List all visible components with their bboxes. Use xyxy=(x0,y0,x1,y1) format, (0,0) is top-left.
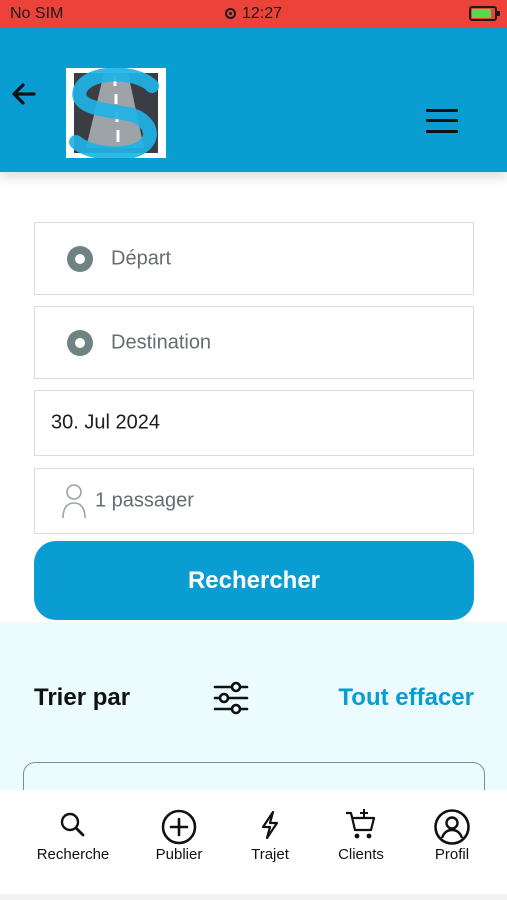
date-value: 30. Jul 2024 xyxy=(51,411,160,434)
sliders-icon xyxy=(213,681,249,715)
nav-clients[interactable]: Clients xyxy=(316,808,406,878)
depart-placeholder: Départ xyxy=(111,247,172,269)
nav-clients-label: Clients xyxy=(338,846,384,863)
search-icon xyxy=(60,812,85,837)
status-time: 12:27 xyxy=(241,5,283,22)
bottom-nav: Recherche Publier Trajet Clients Profil xyxy=(0,790,507,894)
lightning-icon xyxy=(261,810,279,840)
filter-button[interactable] xyxy=(212,680,250,716)
menu-button[interactable] xyxy=(424,106,460,136)
passengers-value: 1 passager xyxy=(95,489,194,512)
sort-panel: Trier par Tout effacer xyxy=(0,622,507,822)
battery-cap xyxy=(497,11,500,16)
clear-all-link[interactable]: Tout effacer xyxy=(338,684,474,712)
hamburger-line xyxy=(426,130,458,133)
back-button[interactable] xyxy=(8,78,40,110)
person-icon xyxy=(62,484,86,519)
depart-radio-icon xyxy=(67,245,93,272)
plus-circle-icon xyxy=(161,809,197,845)
app-logo xyxy=(66,67,166,161)
passengers-field[interactable]: 1 passager xyxy=(34,468,474,534)
nav-trajet-label: Trajet xyxy=(251,846,289,863)
hamburger-line xyxy=(426,119,458,122)
status-bar: No SIM 12:27 xyxy=(0,0,507,28)
recording-icon xyxy=(224,8,236,19)
cart-icon xyxy=(346,809,376,839)
nav-recherche[interactable]: Recherche xyxy=(28,808,118,878)
nav-recherche-label: Recherche xyxy=(36,846,110,863)
search-button[interactable]: Rechercher xyxy=(34,541,474,620)
destination-radio-icon xyxy=(67,329,93,356)
hamburger-menu-icon xyxy=(426,109,458,112)
user-circle-icon xyxy=(434,809,470,845)
depart-field[interactable]: Départ xyxy=(34,222,474,295)
destination-field[interactable]: Destination xyxy=(34,306,474,379)
nav-publier-label: Publier xyxy=(155,846,203,863)
battery-level xyxy=(472,9,491,18)
app-header xyxy=(0,28,507,172)
date-field[interactable]: 30. Jul 2024 xyxy=(34,390,474,456)
home-indicator-area xyxy=(0,894,507,900)
nav-trajet[interactable]: Trajet xyxy=(225,808,315,878)
nav-profil-label: Profil xyxy=(434,846,470,863)
status-time-group: 12:27 xyxy=(0,5,507,23)
arrow-left-icon xyxy=(12,83,36,105)
road-s-logo xyxy=(69,67,159,161)
destination-placeholder: Destination xyxy=(111,331,212,353)
battery-icon xyxy=(469,6,500,21)
nav-profil[interactable]: Profil xyxy=(407,808,497,878)
sort-title: Trier par xyxy=(34,684,131,711)
nav-publier[interactable]: Publier xyxy=(134,808,224,878)
